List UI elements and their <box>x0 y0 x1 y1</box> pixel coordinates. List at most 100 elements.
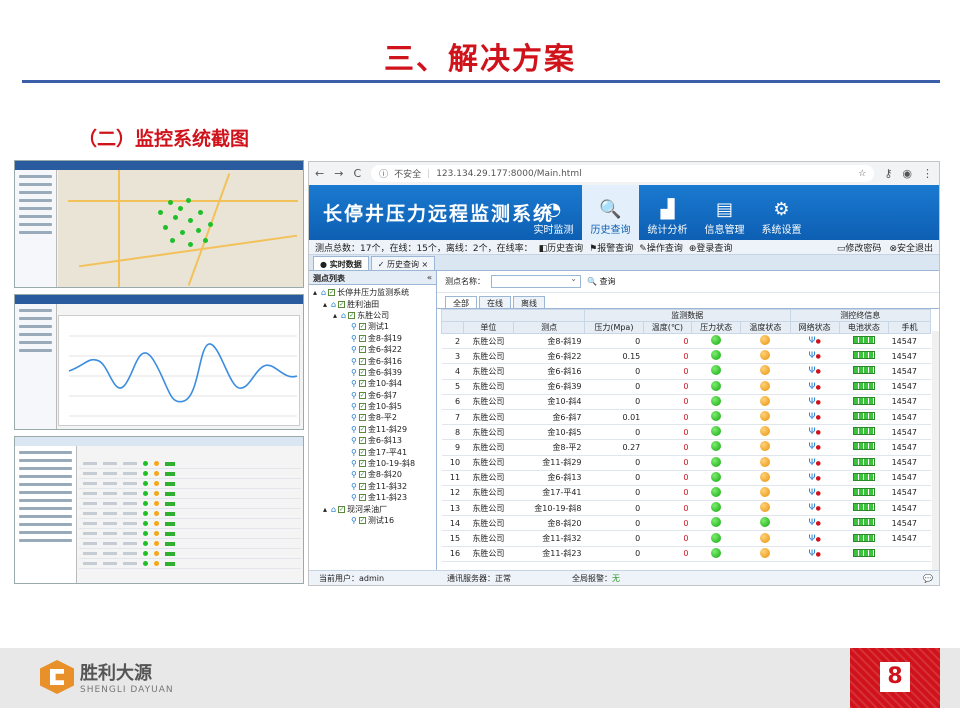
unit-cell: 东胜公司 <box>463 363 514 380</box>
table-row[interactable]: 11 东胜公司 金6-斜13 0 0 Ψ● 14547 <box>441 470 931 486</box>
checkbox[interactable]: ✓ <box>358 414 366 422</box>
account-icon[interactable]: ◉ <box>902 167 912 180</box>
tree-node[interactable]: ⚲ ✓ 金8-斜19 <box>309 333 436 344</box>
tree-node[interactable]: ⚲ ✓ 金10-斜4 <box>309 378 436 389</box>
table-row[interactable]: 16 东胜公司 金11-斜23 0 0 Ψ● <box>441 546 931 562</box>
table-row[interactable]: 5 东胜公司 金6-斜39 0 0 Ψ● 14547 <box>441 379 931 395</box>
tree-node[interactable]: ▴ ⌂ ✓ 现河采油厂 <box>309 503 436 514</box>
table-row[interactable]: 3 东胜公司 金6-斜22 0.15 0 Ψ● 14547 <box>441 348 931 365</box>
address-bar[interactable]: ⓘ 不安全 | 123.134.29.177:8000/Main.html ☆ <box>371 165 875 182</box>
nav-info[interactable]: ▤ 信息管理 <box>696 185 753 240</box>
table-row[interactable]: 10 东胜公司 金11-斜29 0 0 Ψ● 14547 <box>441 455 931 471</box>
checkbox[interactable]: ✓ <box>358 357 366 365</box>
table-row[interactable]: 13 东胜公司 金10-19-斜8 0 0 Ψ● 14547 <box>441 500 931 517</box>
tree-node[interactable]: ⚲ ✓ 金6-斜39 <box>309 367 436 378</box>
tree-node[interactable]: ⚲ ✓ 金6-斜7 <box>309 390 436 401</box>
expand-toggle-icon[interactable]: ▴ <box>313 288 319 297</box>
antenna-icon: Ψ● <box>808 533 821 544</box>
checkbox[interactable]: ✓ <box>358 346 366 354</box>
checkbox[interactable]: ✓ <box>358 471 366 479</box>
expand-toggle-icon[interactable]: ▴ <box>323 505 329 514</box>
tree-node-label: 胜利油田 <box>347 299 380 309</box>
tree-node[interactable]: ⚲ ✓ 金10-19-斜8 <box>309 458 436 469</box>
checkbox[interactable]: ✓ <box>358 403 366 411</box>
temperature-status-icon <box>760 486 771 497</box>
antenna-icon: Ψ● <box>808 472 821 483</box>
checkbox[interactable]: ✓ <box>338 300 346 308</box>
table-row[interactable]: 7 东胜公司 金6-斜7 0.01 0 Ψ● 14547 <box>441 409 931 426</box>
login-link[interactable]: ⊕登录查询 <box>689 241 733 254</box>
checkbox[interactable]: ✓ <box>358 448 366 456</box>
menu-icon[interactable]: ⋮ <box>922 167 933 180</box>
expand-toggle-icon[interactable]: ▴ <box>333 311 339 320</box>
point-select[interactable] <box>491 274 581 288</box>
table-row[interactable]: 4 东胜公司 金6-斜16 0 0 Ψ● 14547 <box>441 363 931 380</box>
checkbox[interactable]: ✓ <box>358 437 366 445</box>
tree-node[interactable]: ▴ ⌂ ✓ 胜利油田 <box>309 298 436 309</box>
checkbox[interactable]: ✓ <box>338 505 346 513</box>
temperature-status-icon <box>760 517 771 528</box>
table-scrollbar[interactable] <box>932 331 939 570</box>
nav-label: 历史查询 <box>590 225 631 236</box>
checkbox[interactable]: ✓ <box>358 334 366 342</box>
tree-node[interactable]: ⚲ ✓ 金8-平2 <box>309 412 436 423</box>
checkbox[interactable]: ✓ <box>348 311 356 319</box>
unit-cell: 东胜公司 <box>463 530 514 547</box>
reload-icon[interactable]: C <box>353 167 361 180</box>
tree-node[interactable]: ⚲ ✓ 金6-斜16 <box>309 355 436 366</box>
checkbox[interactable]: ✓ <box>358 323 366 331</box>
tree-node[interactable]: ⚲ ✓ 金11-斜32 <box>309 481 436 492</box>
pressure-status-cell <box>691 515 741 532</box>
table-row[interactable]: 15 东胜公司 金11-斜32 0 0 Ψ● 14547 <box>441 530 931 547</box>
nav-history[interactable]: 🔍 历史查询 <box>582 185 639 240</box>
key-icon[interactable]: ⚷ <box>884 167 892 180</box>
checkbox[interactable]: ✓ <box>328 289 336 297</box>
logout-link[interactable]: ⊗安全退出 <box>889 241 933 254</box>
checkbox[interactable]: ✓ <box>358 460 366 468</box>
checkbox[interactable]: ✓ <box>358 425 366 433</box>
chat-icon[interactable]: 💬 <box>923 574 933 583</box>
expand-toggle-icon[interactable]: ▴ <box>323 300 329 309</box>
table-row[interactable]: 14 东胜公司 金8-斜20 0 0 Ψ● 14547 <box>441 515 931 532</box>
table-row[interactable]: 8 东胜公司 金10-斜5 0 0 Ψ● 14547 <box>441 424 931 441</box>
history-link[interactable]: ◧历史查询 <box>539 241 584 254</box>
checkbox[interactable]: ✓ <box>358 494 366 502</box>
tree-node[interactable]: ⚲ ✓ 测试16 <box>309 515 436 526</box>
query-button[interactable]: 🔍 查询 <box>587 276 616 287</box>
star-icon[interactable]: ☆ <box>858 169 866 179</box>
nav-stats[interactable]: ▟ 统计分析 <box>639 185 696 240</box>
tree-node[interactable]: ▴ ⌂ ✓ 长停井压力监测系统 <box>309 287 436 298</box>
tree-node[interactable]: ⚲ ✓ 金6-斜22 <box>309 344 436 355</box>
checkbox[interactable]: ✓ <box>358 368 366 376</box>
table-row[interactable]: 12 东胜公司 金17-平41 0 0 Ψ● 14547 <box>441 485 931 502</box>
tree-node[interactable]: ⚲ ✓ 金8-斜20 <box>309 469 436 480</box>
checkbox[interactable]: ✓ <box>358 391 366 399</box>
table-row[interactable]: 2 东胜公司 金8-斜19 0 0 Ψ● 14547 <box>441 333 931 350</box>
tab-all[interactable]: 全部 <box>445 296 477 308</box>
forward-icon[interactable]: → <box>334 167 343 180</box>
back-icon[interactable]: ← <box>315 167 324 180</box>
operation-link[interactable]: ✎操作查询 <box>639 241 683 254</box>
change-password-link[interactable]: ▭修改密码 <box>837 241 882 254</box>
tab-realtime[interactable]: ● 实时数据 <box>313 256 369 270</box>
collapse-icon[interactable]: « <box>427 273 432 282</box>
tree-node[interactable]: ⚲ ✓ 金10-斜5 <box>309 401 436 412</box>
tree-node[interactable]: ⚲ ✓ 金6-斜13 <box>309 435 436 446</box>
nav-settings[interactable]: ⚙ 系统设置 <box>753 185 810 240</box>
checkbox[interactable]: ✓ <box>358 482 366 490</box>
tree-node[interactable]: ⚲ ✓ 金11-斜23 <box>309 492 436 503</box>
checkbox[interactable]: ✓ <box>358 517 366 524</box>
table-row[interactable]: 6 东胜公司 金10-斜4 0 0 Ψ● 14547 <box>441 394 931 410</box>
checkbox[interactable]: ✓ <box>358 380 366 388</box>
table-row[interactable]: 9 东胜公司 金8-平2 0.27 0 Ψ● 14547 <box>441 439 931 456</box>
tab-history[interactable]: ✓ 历史查询 × <box>370 256 436 270</box>
tree-node[interactable]: ⚲ ✓ 金17-平41 <box>309 446 436 457</box>
tree-node[interactable]: ⚲ ✓ 金11-斜29 <box>309 424 436 435</box>
nav-realtime[interactable]: ◔ 实时监测 <box>525 185 582 240</box>
tree-node[interactable]: ▴ ⌂ ✓ 东胜公司 <box>309 310 436 321</box>
tab-offline[interactable]: 离线 <box>513 296 545 308</box>
alarm-link[interactable]: ⚑报警查询 <box>589 241 633 254</box>
temperature-cell: 0 <box>643 500 692 517</box>
tree-node[interactable]: ⚲ ✓ 测试1 <box>309 321 436 332</box>
tab-online[interactable]: 在线 <box>479 296 511 308</box>
